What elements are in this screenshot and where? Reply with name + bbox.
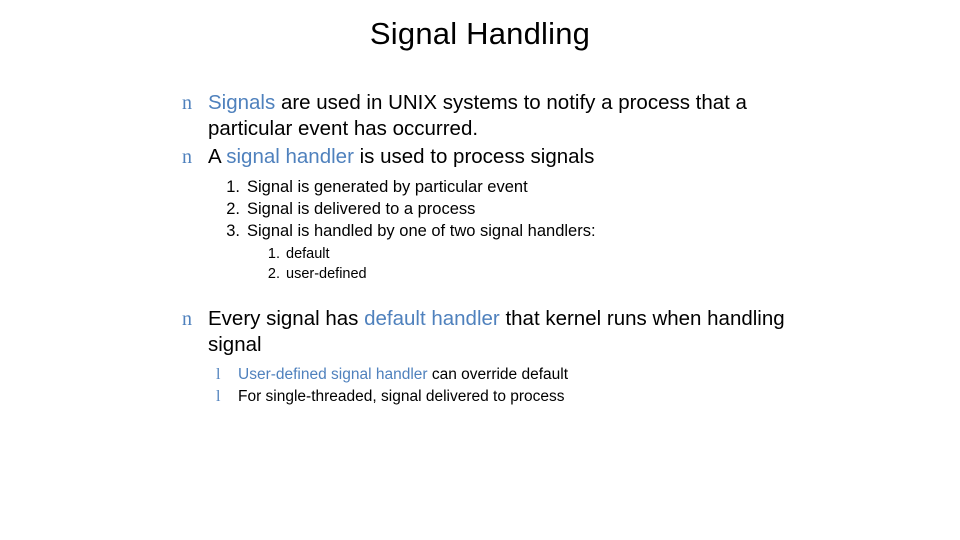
list-item-label: Signal is handled by one of two signal h… xyxy=(247,222,596,240)
bullet-marker-icon: n xyxy=(182,92,192,114)
sub-bullet-item-text: User-defined signal handler can override… xyxy=(238,364,568,386)
sub-bullet-list: l User-defined signal handler can overri… xyxy=(216,364,820,408)
sub-bullet-item: l For single-threaded, signal delivered … xyxy=(216,386,820,408)
bullet-item-1-rest: are used in UNIX systems to notify a pro… xyxy=(208,91,747,140)
numbered-list: 1. Signal is generated by particular eve… xyxy=(216,176,820,242)
bullet-item-3-text: Every signal has default handler that ke… xyxy=(208,306,820,358)
bullet-item-1: n Signals are used in UNIX systems to no… xyxy=(180,90,820,142)
sub-bullet-item-lead: User-defined signal handler xyxy=(238,366,428,383)
list-item: 3. Signal is handled by one of two signa… xyxy=(216,220,820,242)
sub-bullet-marker-icon: l xyxy=(216,388,221,405)
list-item: 2. user-defined xyxy=(260,264,820,284)
bullet-item-2-pre: A xyxy=(208,145,227,168)
list-item: 1. default xyxy=(260,244,820,264)
bullet-item-2-rest: is used to process signals xyxy=(353,145,595,168)
bullet-marker-icon: n xyxy=(182,146,192,168)
sub-bullet-item: l User-defined signal handler can overri… xyxy=(216,364,820,386)
bullet-item-3: n Every signal has default handler that … xyxy=(180,306,820,358)
sub-bullet-item-rest: can override default xyxy=(427,366,569,383)
list-item-number: 1. xyxy=(267,246,280,262)
bullet-item-1-lead: Signals xyxy=(208,91,276,114)
sub-bullet-marker-icon: l xyxy=(216,366,221,383)
bullet-item-2: n A signal handler is used to process si… xyxy=(180,144,820,170)
list-item: 2. Signal is delivered to a process xyxy=(216,198,820,220)
page-title: Signal Handling xyxy=(369,16,591,51)
list-item-label: Signal is delivered to a process xyxy=(247,200,476,218)
bullet-item-2-lead: signal handler xyxy=(226,145,354,168)
bullet-item-2-text: A signal handler is used to process sign… xyxy=(208,144,820,170)
list-item-label: default xyxy=(286,246,330,262)
slide: Signal Handling n Signals are used in UN… xyxy=(0,0,960,540)
list-item-label: user-defined xyxy=(286,266,367,282)
sub-bullet-item-rest: For single-threaded, signal delivered to… xyxy=(238,388,565,405)
list-item-number: 2. xyxy=(267,266,280,282)
list-item-label: Signal is generated by particular event xyxy=(247,178,528,196)
numbered-sublist: 1. default 2. user-defined xyxy=(260,244,820,284)
list-item-number: 3. xyxy=(226,222,240,240)
list-item-number: 2. xyxy=(226,200,240,218)
bullet-marker-icon: n xyxy=(182,308,192,330)
sub-bullet-item-text: For single-threaded, signal delivered to… xyxy=(238,386,565,408)
bullet-item-1-text: Signals are used in UNIX systems to noti… xyxy=(208,90,820,142)
bullet-item-3-pre: Every signal has xyxy=(208,307,365,330)
slide-body: n Signals are used in UNIX systems to no… xyxy=(180,90,820,408)
list-item-number: 1. xyxy=(226,178,240,196)
list-item: 1. Signal is generated by particular eve… xyxy=(216,176,820,198)
bullet-item-3-lead: default handler xyxy=(364,307,500,330)
